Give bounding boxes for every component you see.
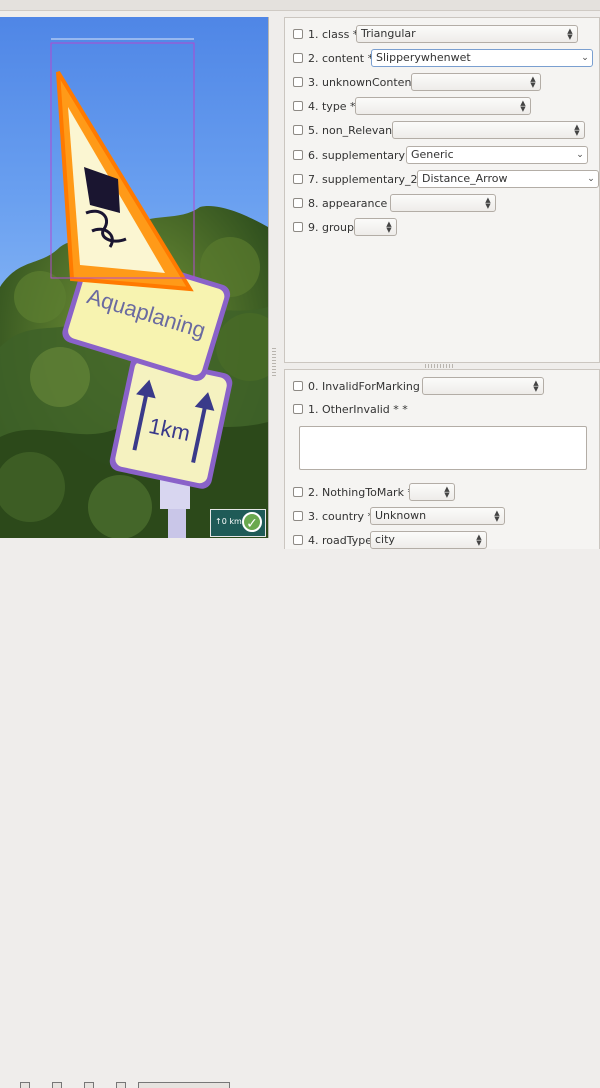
class-value: Triangular xyxy=(361,27,416,40)
invalidformarking-label: 0. InvalidForMarking * xyxy=(308,379,429,393)
content-label: 2. content * xyxy=(308,51,374,65)
tool-icon[interactable] xyxy=(84,1082,94,1088)
image-canvas[interactable]: 1km Aquaplaning ↑0 km ✓ xyxy=(0,17,269,538)
checkmark-icon: ✓ xyxy=(242,512,262,532)
attr-row-unknowncontent: 3. unknownContent xyxy=(293,72,422,92)
image-toolbar xyxy=(0,538,268,1088)
roadtype-checkbox[interactable] xyxy=(293,535,303,545)
group-dropdown[interactable]: ▲ ▼ xyxy=(354,218,397,236)
chevron-down-icon: ⌄ xyxy=(581,53,589,63)
invalidformarking-dropdown[interactable]: ▲ ▼ xyxy=(422,377,544,395)
supplementary-value: Generic xyxy=(411,148,454,161)
roadtype-dropdown[interactable]: city ▲ ▼ xyxy=(370,531,487,549)
class-dropdown[interactable]: Triangular ▲ ▼ xyxy=(356,25,578,43)
country-checkbox[interactable] xyxy=(293,511,303,521)
nonrelevant-label: 5. non_Relevant xyxy=(308,123,397,137)
attr-row-content: 2. content * xyxy=(293,48,379,68)
nonrelevant-dropdown[interactable]: ▲ ▼ xyxy=(392,121,585,139)
nothingtomark-label: 2. NothingToMark * xyxy=(308,485,413,499)
attr-row-invalidformarking: 0. InvalidForMarking * xyxy=(293,376,435,396)
updown-arrows-icon: ▲ ▼ xyxy=(494,509,500,523)
unknowncontent-checkbox[interactable] xyxy=(293,77,303,87)
supplementary-checkbox[interactable] xyxy=(293,150,303,160)
class-checkbox[interactable] xyxy=(293,29,303,39)
content-checkbox[interactable] xyxy=(293,53,303,63)
object-attributes-panel: 1. class * Triangular ▲ ▼ 2. content * Sl… xyxy=(284,17,600,363)
attr-row-roadtype: 4. roadType xyxy=(293,530,378,550)
roadtype-label: 4. roadType xyxy=(308,533,372,547)
thumbnail-label: ↑0 km xyxy=(215,517,242,526)
country-label: 3. country * xyxy=(308,509,374,523)
sign-thumbnail[interactable]: ↑0 km ✓ xyxy=(210,509,266,537)
top-toolbar xyxy=(0,0,600,11)
updown-arrows-icon: ▲ ▼ xyxy=(485,196,491,210)
group-label: 9. group xyxy=(308,220,354,234)
attr-row-appearance: 8. appearance * xyxy=(293,193,402,213)
type-dropdown[interactable]: ▲ ▼ xyxy=(355,97,531,115)
nothingtomark-checkbox[interactable] xyxy=(293,487,303,497)
attr-row-nothingtomark: 2. NothingToMark * xyxy=(293,482,419,502)
vertical-splitter-handle[interactable] xyxy=(272,348,276,378)
horizontal-splitter-handle[interactable] xyxy=(425,364,455,368)
supplementary2-dropdown[interactable]: Distance_Arrow ⌄ xyxy=(417,170,599,188)
appearance-checkbox[interactable] xyxy=(293,198,303,208)
updown-arrows-icon: ▲ ▼ xyxy=(574,123,580,137)
appearance-dropdown[interactable]: ▲ ▼ xyxy=(390,194,496,212)
tool-icon[interactable] xyxy=(116,1082,126,1088)
group-checkbox[interactable] xyxy=(293,222,303,232)
supplementary-sign-distance: 1km xyxy=(109,355,233,489)
supplementary-dropdown[interactable]: Generic ⌄ xyxy=(406,146,588,164)
updown-arrows-icon: ▲ ▼ xyxy=(530,75,536,89)
otherinvalid-checkbox[interactable] xyxy=(293,404,303,414)
unknowncontent-dropdown[interactable]: ▲ ▼ xyxy=(411,73,541,91)
content-dropdown[interactable]: Slipperywhenwet ⌄ xyxy=(371,49,593,67)
updown-arrows-icon: ▲ ▼ xyxy=(520,99,526,113)
traffic-sign-image: 1km Aquaplaning xyxy=(50,38,233,538)
attr-row-nonrelevant: 5. non_Relevant xyxy=(293,120,402,140)
roadtype-value: city xyxy=(375,533,395,546)
attr-row-type: 4. type * xyxy=(293,96,362,116)
unknowncontent-label: 3. unknownContent xyxy=(308,75,416,89)
attr-row-country: 3. country * xyxy=(293,506,379,526)
updown-arrows-icon: ▲ ▼ xyxy=(386,220,392,234)
type-label: 4. type * xyxy=(308,99,356,113)
updown-arrows-icon: ▲ ▼ xyxy=(476,533,482,547)
class-label: 1. class * xyxy=(308,27,359,41)
supplementary2-value: Distance_Arrow xyxy=(422,172,508,185)
country-dropdown[interactable]: Unknown ▲ ▼ xyxy=(370,507,505,525)
updown-arrows-icon: ▲ ▼ xyxy=(567,27,573,41)
tool-field[interactable] xyxy=(138,1082,230,1088)
attr-row-otherinvalid: 1. OtherInvalid * * xyxy=(293,399,414,419)
supplementary2-checkbox[interactable] xyxy=(293,174,303,184)
appearance-label: 8. appearance * xyxy=(308,196,397,210)
attr-row-supplementary2: 7. supplementary_2 * xyxy=(293,169,433,189)
attr-row-group: 9. group xyxy=(293,217,360,237)
country-value: Unknown xyxy=(375,509,427,522)
invalidformarking-checkbox[interactable] xyxy=(293,381,303,391)
frame-attributes-panel: 0. InvalidForMarking * ▲ ▼ 1. OtherInvali… xyxy=(284,369,600,549)
supplementary-label: 6. supplementary * xyxy=(308,148,415,162)
type-checkbox[interactable] xyxy=(293,101,303,111)
tool-icon[interactable] xyxy=(52,1082,62,1088)
updown-arrows-icon: ▲ ▼ xyxy=(444,485,450,499)
tool-icon[interactable] xyxy=(20,1082,30,1088)
chevron-down-icon: ⌄ xyxy=(587,174,595,184)
nonrelevant-checkbox[interactable] xyxy=(293,125,303,135)
content-value: Slipperywhenwet xyxy=(376,51,471,64)
nothingtomark-dropdown[interactable]: ▲ ▼ xyxy=(409,483,455,501)
triangular-warning-sign xyxy=(56,70,194,292)
otherinvalid-textarea[interactable] xyxy=(299,426,587,470)
otherinvalid-label: 1. OtherInvalid * * xyxy=(308,402,408,416)
attr-row-class: 1. class * xyxy=(293,24,364,44)
updown-arrows-icon: ▲ ▼ xyxy=(533,379,539,393)
chevron-down-icon: ⌄ xyxy=(576,150,584,160)
supplementary2-label: 7. supplementary_2 * xyxy=(308,172,427,186)
attr-row-supplementary: 6. supplementary * xyxy=(293,145,420,165)
